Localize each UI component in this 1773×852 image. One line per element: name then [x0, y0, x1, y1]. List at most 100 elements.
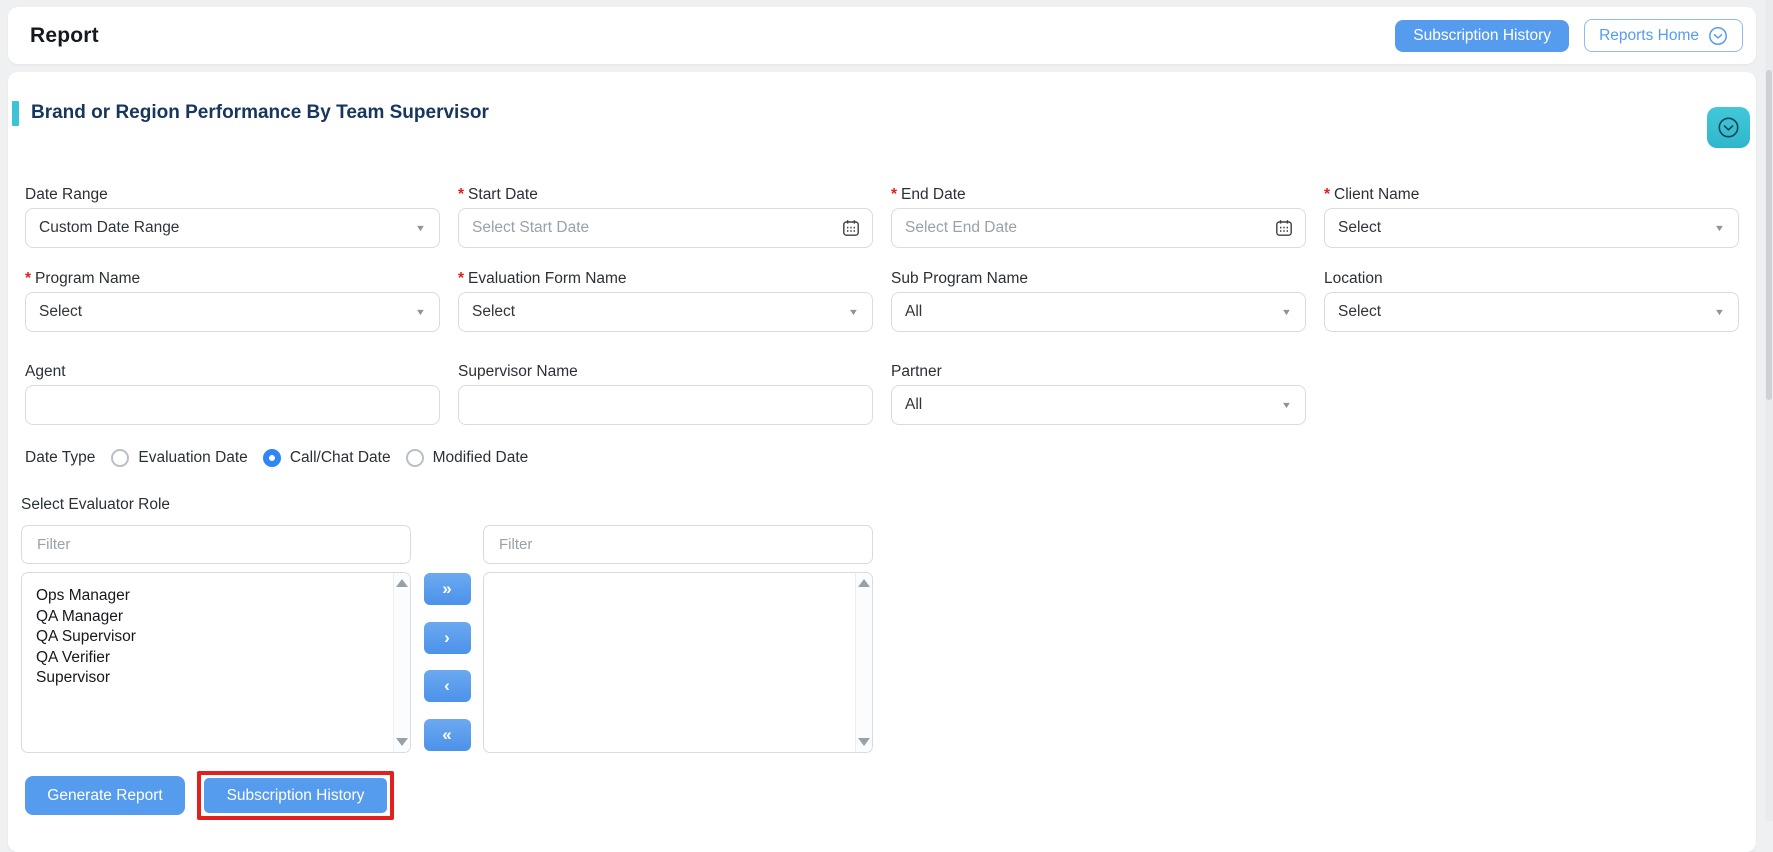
field-label: Sub Program Name	[891, 270, 1028, 287]
radio-call-chat-date[interactable]: Call/Chat Date	[262, 449, 391, 467]
page-title: Report	[30, 23, 99, 47]
supervisor-name-input[interactable]	[458, 385, 873, 425]
field-sub-program-name: Sub Program Name All ▼	[891, 270, 1306, 332]
page-scrollbar[interactable]	[1765, 0, 1773, 821]
field-start-date: * Start Date Select Start Date	[458, 186, 873, 248]
scrollbar-thumb[interactable]	[1766, 70, 1772, 400]
required-asterisk: *	[1324, 186, 1331, 203]
partner-select[interactable]: All ▼	[891, 385, 1306, 425]
date-range-select[interactable]: Custom Date Range ▼	[25, 208, 440, 248]
caret-down-icon: ▼	[847, 307, 860, 317]
field-location: Location Select ▼	[1324, 270, 1739, 332]
list-item[interactable]: Supervisor	[36, 668, 388, 689]
date-type-radio-group: Date Type Evaluation Date Call/Chat Date…	[25, 448, 1739, 468]
generate-report-button[interactable]: Generate Report	[25, 776, 185, 815]
scroll-up-icon[interactable]	[858, 579, 870, 587]
list-item[interactable]: QA Manager	[36, 607, 388, 628]
caret-down-icon: ▼	[1713, 223, 1726, 233]
select-value: Select	[39, 303, 83, 320]
transfer-buttons: » › ‹ «	[411, 572, 483, 753]
field-label: * Client Name	[1324, 186, 1420, 203]
agent-input[interactable]	[25, 385, 440, 425]
move-left-button[interactable]: ‹	[423, 670, 471, 703]
chevron-down-circle-icon	[1717, 116, 1740, 139]
scroll-up-icon[interactable]	[396, 579, 408, 587]
field-label: Date Range	[25, 186, 108, 203]
radio-label: Call/Chat Date	[289, 449, 391, 466]
radio-label: Evaluation Date	[138, 449, 248, 466]
report-panel: Brand or Region Performance By Team Supe…	[8, 72, 1756, 852]
caret-down-icon: ▼	[1280, 400, 1293, 410]
calendar-icon[interactable]	[841, 218, 861, 238]
input-placeholder: Select End Date	[905, 219, 1018, 236]
field-partner: Partner All ▼	[891, 363, 1306, 425]
field-label: * Start Date	[458, 186, 538, 203]
report-filter-form: Date Range Custom Date Range ▼ * Start Da…	[21, 186, 1739, 820]
radio-icon[interactable]	[405, 449, 424, 467]
field-program-name: * Program Name Select ▼	[25, 270, 440, 332]
client-name-select[interactable]: Select ▼	[1324, 208, 1739, 248]
program-name-select[interactable]: Select ▼	[25, 292, 440, 332]
available-roles-listbox[interactable]: Ops Manager QA Manager QA Supervisor QA Ver…	[21, 572, 411, 753]
select-value: Select	[1338, 219, 1382, 236]
caret-down-icon: ▼	[414, 307, 427, 317]
selected-roles-filter-input[interactable]	[483, 525, 873, 564]
reports-home-button[interactable]: Reports Home	[1584, 19, 1743, 52]
required-asterisk: *	[458, 186, 465, 203]
evaluation-form-name-select[interactable]: Select ▼	[458, 292, 873, 332]
selected-roles-list	[484, 573, 854, 752]
location-select[interactable]: Select ▼	[1324, 292, 1739, 332]
radio-icon[interactable]	[111, 449, 130, 467]
subscription-history-button[interactable]: Subscription History	[204, 778, 387, 813]
field-evaluation-form-name: * Evaluation Form Name Select ▼	[458, 270, 873, 332]
select-value: Select	[472, 303, 516, 320]
select-value: All	[905, 303, 923, 320]
subscription-history-header-button[interactable]: Subscription History	[1395, 19, 1570, 52]
evaluator-role-picker: Ops ManagerQA ManagerQA SupervisorQA Ver…	[21, 525, 1739, 753]
header-actions: Subscription History Reports Home	[1395, 19, 1743, 52]
available-roles-list: Ops Manager QA Manager QA Supervisor QA Ver…	[22, 573, 392, 752]
list-item[interactable]: QA Verifier	[36, 648, 388, 669]
field-label: Partner	[891, 363, 942, 380]
listbox-scrollbar[interactable]	[855, 573, 872, 752]
move-all-left-button[interactable]: «	[423, 718, 471, 751]
scroll-down-icon[interactable]	[858, 738, 870, 746]
sub-program-name-select[interactable]: All ▼	[891, 292, 1306, 332]
field-date-range: Date Range Custom Date Range ▼	[25, 186, 440, 248]
field-label: * Program Name	[25, 270, 141, 287]
field-label: * End Date	[891, 186, 966, 203]
list-item[interactable]: QA Supervisor	[36, 627, 388, 648]
move-all-right-button[interactable]: »	[423, 573, 471, 605]
selected-roles-listbox[interactable]	[483, 572, 873, 753]
calendar-icon[interactable]	[1274, 218, 1294, 238]
listbox-scrollbar[interactable]	[393, 573, 410, 752]
caret-down-icon: ▼	[1280, 307, 1293, 317]
radio-evaluation-date[interactable]: Evaluation Date	[111, 449, 248, 467]
radio-modified-date[interactable]: Modified Date	[405, 449, 529, 467]
caret-down-icon: ▼	[1713, 307, 1726, 317]
select-evaluator-role-label: Select Evaluator Role	[21, 496, 171, 513]
input-placeholder: Select Start Date	[472, 219, 590, 236]
field-label: * Evaluation Form Name	[458, 270, 627, 287]
field-label: Location	[1324, 270, 1383, 287]
radio-icon[interactable]	[262, 449, 281, 467]
select-value: Select	[1338, 303, 1382, 320]
panel-title: Brand or Region Performance By Team Supe…	[31, 102, 489, 123]
form-actions: Generate Report Subscription History	[25, 771, 1739, 820]
list-item[interactable]: Ops Manager	[36, 586, 388, 607]
start-date-input[interactable]: Select Start Date	[458, 208, 873, 248]
end-date-input[interactable]: Select End Date	[891, 208, 1306, 248]
select-value: Custom Date Range	[39, 219, 180, 236]
collapse-panel-button[interactable]	[1707, 107, 1750, 148]
move-right-button[interactable]: ›	[423, 621, 471, 654]
available-roles-filter-input[interactable]	[21, 525, 411, 564]
chevron-down-circle-icon	[1708, 26, 1728, 46]
required-asterisk: *	[25, 270, 32, 287]
caret-down-icon: ▼	[414, 223, 427, 233]
field-supervisor-name: Supervisor Name	[458, 363, 873, 425]
radio-label: Modified Date	[432, 449, 529, 466]
required-asterisk: *	[458, 270, 465, 287]
title-accent-bar	[12, 101, 19, 126]
scroll-down-icon[interactable]	[396, 738, 408, 746]
red-highlight-box: Subscription History	[197, 771, 394, 820]
